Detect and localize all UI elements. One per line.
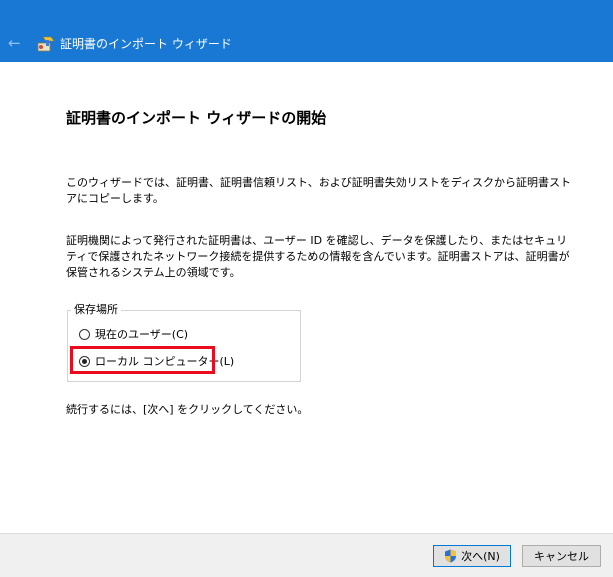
continue-text: 続行するには、[次へ] をクリックしてください。 — [66, 403, 309, 416]
next-button-label: 次へ(N) — [461, 550, 500, 563]
title-bar — [0, 0, 613, 62]
radio-current-user-label: 現在のユーザー(C) — [95, 328, 189, 341]
window-title: 証明書のインポート ウィザード — [60, 37, 232, 51]
highlight-box — [70, 346, 215, 374]
radio-button-unchecked[interactable] — [79, 328, 90, 340]
radio-current-user[interactable]: 現在のユーザー(C) — [79, 326, 188, 342]
page-heading: 証明書のインポート ウィザードの開始 — [66, 109, 327, 127]
certificate-wizard-icon — [37, 36, 55, 52]
next-button[interactable]: 次へ(N) — [433, 545, 511, 567]
intro-text: このウィザードでは、証明書、証明書信頼リスト、および証明書失効リストをディスクか… — [66, 176, 572, 205]
uac-shield-icon — [445, 549, 457, 563]
back-arrow-icon[interactable]: ← — [8, 35, 24, 51]
description-text: 証明機関によって発行された証明書は、ユーザー ID を確認し、データを保護したり… — [66, 234, 570, 279]
store-location-label: 保存場所 — [71, 303, 121, 317]
cancel-button-label: キャンセル — [534, 550, 589, 563]
cancel-button[interactable]: キャンセル — [522, 545, 601, 567]
